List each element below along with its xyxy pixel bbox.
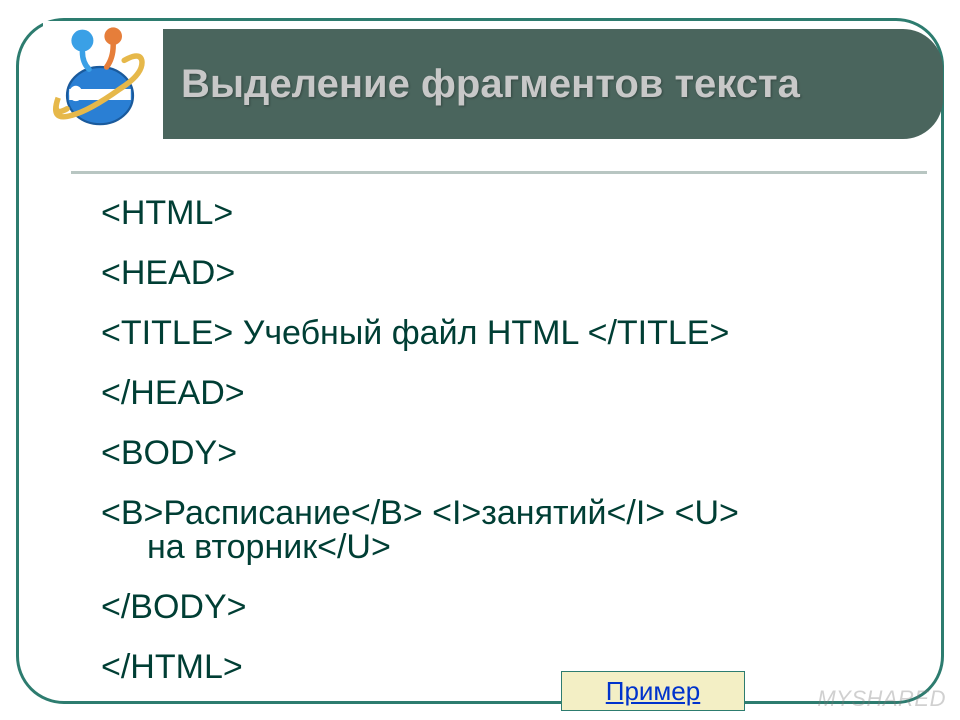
tag-b-open: <B> bbox=[101, 494, 163, 532]
tag-title-close: </TITLE> bbox=[588, 314, 730, 352]
slide-title: Выделение фрагментов текста bbox=[181, 61, 800, 107]
header-divider bbox=[71, 171, 927, 174]
tag-i-close-u-open: </I> <U> bbox=[607, 494, 739, 532]
underline-text: на вторник bbox=[147, 528, 317, 566]
code-block: <HTML> <HEAD> <TITLE> Учебный файл HTML … bbox=[101, 196, 891, 710]
code-line-1: <HTML> bbox=[101, 196, 891, 230]
code-line-2: <HEAD> bbox=[101, 256, 891, 290]
tag-b-close-i-open: </B> <I> bbox=[351, 494, 481, 532]
tag-title-open: <TITLE> bbox=[101, 314, 243, 352]
ie-logo-icon bbox=[45, 23, 155, 133]
italic-text: занятий bbox=[481, 494, 606, 532]
code-line-5: <BODY> bbox=[101, 436, 891, 470]
code-line-3: <TITLE> Учебный файл HTML </TITLE> bbox=[101, 316, 891, 350]
title-text: Учебный файл HTML bbox=[243, 314, 588, 352]
code-line-4: </HEAD> bbox=[101, 376, 891, 410]
slide-frame: Выделение фрагментов текста <HTML> <HEAD… bbox=[16, 18, 944, 704]
watermark: MYSHARED bbox=[817, 686, 946, 712]
example-link[interactable]: Пример bbox=[606, 676, 700, 707]
code-line-6: <B>Расписание</B> <I>занятий</I> <U> на … bbox=[101, 496, 891, 564]
header-box: Выделение фрагментов текста bbox=[163, 29, 943, 139]
ie-logo bbox=[43, 21, 157, 135]
code-line-7: </BODY> bbox=[101, 590, 891, 624]
example-link-box[interactable]: Пример bbox=[561, 671, 745, 711]
tag-u-close: </U> bbox=[317, 528, 391, 566]
bold-text: Расписание bbox=[163, 494, 350, 532]
code-line-8: </HTML> bbox=[101, 650, 891, 684]
